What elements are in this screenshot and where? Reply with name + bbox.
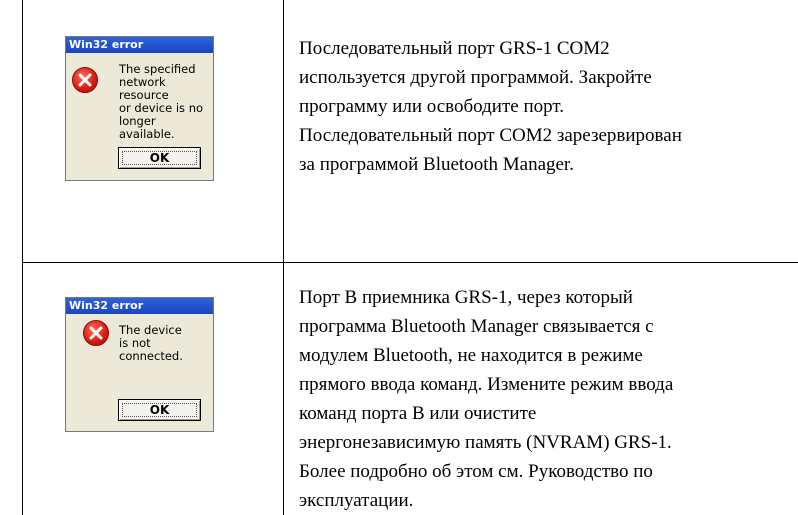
dialog-message: The specified network resource or device… bbox=[119, 62, 204, 141]
dialog-title: Win32 error bbox=[66, 37, 213, 53]
ok-button[interactable]: OK bbox=[118, 147, 201, 169]
error-x-icon bbox=[83, 320, 109, 346]
dialog-message: The device is not connected. bbox=[119, 323, 183, 363]
error-description: Порт B приемника GRS-1, через который пр… bbox=[299, 287, 674, 511]
ok-button[interactable]: OK bbox=[118, 399, 201, 421]
table-row-divider bbox=[22, 262, 798, 263]
table-left-border bbox=[22, 0, 23, 515]
error-description: Последовательный порт GRS-1 COM2 использ… bbox=[299, 38, 682, 175]
dialog-title: Win32 error bbox=[66, 298, 213, 314]
win32-error-dialog: Win32 error The device is not connected.… bbox=[65, 297, 214, 432]
win32-error-dialog: Win32 error The specified network resour… bbox=[65, 36, 214, 181]
table-column-divider bbox=[283, 0, 284, 515]
error-x-icon bbox=[72, 67, 98, 93]
